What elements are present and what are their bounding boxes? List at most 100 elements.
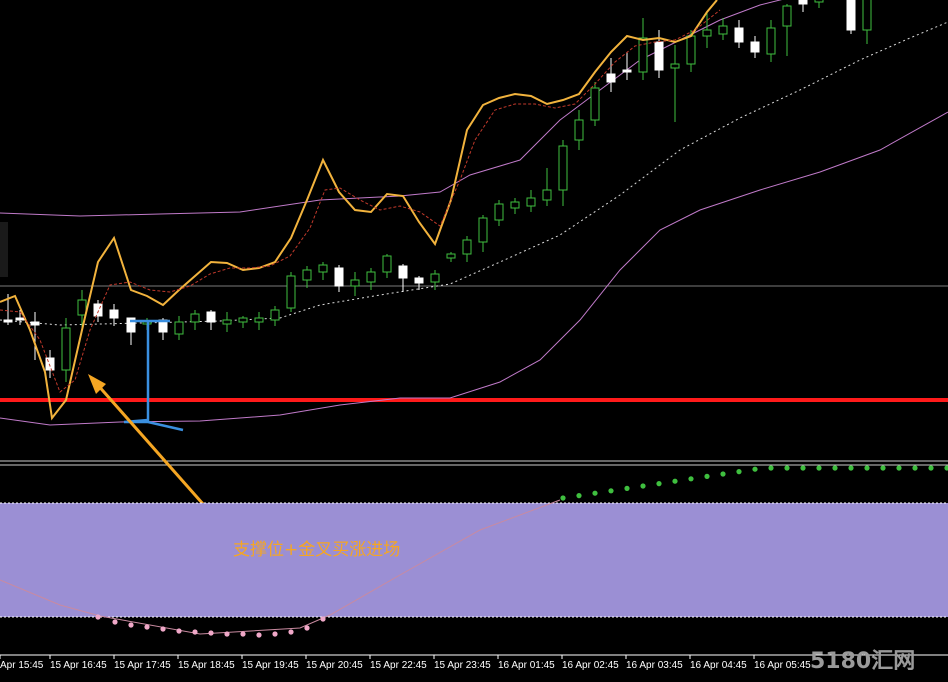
oscillator-dot-up [608,488,614,494]
oscillator-dot-down [256,632,262,638]
time-label: 16 Apr 03:45 [626,660,683,671]
oscillator-dot-down [192,629,198,635]
oscillator-dot-down [320,616,326,622]
oscillator-dot-down [128,622,134,628]
oscillator-dot-down [160,626,166,632]
candle-bull [254,317,264,323]
oscillator-dot-up [832,465,838,471]
candle-bull [542,189,552,201]
candle-bull [350,279,360,287]
oscillator-dot-down [144,624,150,630]
candle-bull [270,309,280,321]
candle-bull [590,87,600,121]
fast-ma-line [0,0,718,421]
oscillator-dot-down [208,630,214,636]
oscillator-dot-down [240,631,246,637]
oscillator-dot-up [672,478,678,484]
oscillator-dot-up [704,473,710,479]
candle-bear [15,317,25,321]
price-chart: Apr 15:45 15 Apr 16:45 15 Apr 17:45 15 Apr … [0,0,948,671]
oscillator-dot-up [816,465,822,471]
candle-bull [510,201,520,209]
candle-bull [366,271,376,283]
chart-window[interactable]: Apr 15:45 15 Apr 16:45 15 Apr 17:45 15 Apr … [0,0,948,682]
candle-bull [670,63,680,69]
time-label: 15 Apr 18:45 [178,660,235,671]
candle-bear [334,267,344,287]
candle-bull [782,5,792,27]
time-label: 15 Apr 19:45 [242,660,299,671]
candle-bull [702,29,712,37]
time-label: Apr 15:45 [0,660,44,671]
oscillator-dot-down [304,625,310,631]
oscillator-dot-up [624,485,630,491]
time-label: 15 Apr 17:45 [114,660,171,671]
candle-bull [862,0,872,31]
candle-bull [814,0,824,3]
oscillator-dot-up [736,469,742,475]
candle-bull [446,253,456,259]
time-label: 16 Apr 01:45 [498,660,555,671]
oscillator-dot-down [224,631,230,637]
oscillator-dot-down [288,629,294,635]
candle-bull [190,313,200,323]
candle-bear [398,265,408,279]
oscillator-dot-down [176,628,182,634]
candle-bull [382,255,392,273]
candle-bear [3,319,13,323]
candle-bull [574,119,584,141]
oscillator-dot-up [720,471,726,477]
candle-bull [318,264,328,273]
candle-bull [686,35,696,65]
oscillator-dot-down [272,631,278,637]
slow-ma-line [0,9,721,393]
oscillator-dot-up [768,465,774,471]
oscillator-dot-up [752,466,758,472]
candle-bear [30,321,40,326]
candle-bull [494,203,504,221]
candle-bull [61,327,71,371]
candle-bull [222,319,232,325]
candle-bear [734,27,744,43]
oscillator-dot-up [864,465,870,471]
oscillator-dot-up [848,465,854,471]
oscillator-dot-up [912,465,918,471]
candle-bear [109,309,119,319]
oscillator-dot-up [656,481,662,487]
time-label: 15 Apr 23:45 [434,660,491,671]
candle-bull [174,321,184,335]
oscillator-dot-up [784,465,790,471]
edge-marker [0,222,8,277]
bollinger-lower [0,111,948,426]
time-label: 16 Apr 02:45 [562,660,619,671]
candle-bull [238,317,248,323]
candle-bear [846,0,856,31]
candle-bear [622,69,632,73]
candle-bear [414,277,424,284]
time-label: 16 Apr 04:45 [690,660,747,671]
candle-bull [766,27,776,55]
candle-bear [750,41,760,53]
candle-bear [206,311,216,323]
candle-bull [430,273,440,283]
candle-bear [654,41,664,71]
candle-bull [718,25,728,35]
time-label: 15 Apr 20:45 [306,660,363,671]
candle-bear [606,73,616,83]
oscillator-dot-down [112,619,118,625]
oscillator-dot-up [928,465,934,471]
candle-bear [93,303,103,317]
candle-bull [526,197,536,207]
oscillator-zone [0,503,948,617]
candle-bull [302,269,312,281]
candle-bull [638,37,648,73]
oscillator-dot-up [560,495,566,501]
oscillator-dot-up [944,465,948,471]
oscillator-dot-up [800,465,806,471]
bracket-support [123,321,184,432]
time-label: 15 Apr 22:45 [370,660,427,671]
bollinger-upper [0,0,783,217]
oscillator-dot-up [592,490,598,496]
oscillator-dot-up [688,476,694,482]
candle-bear [798,0,808,5]
